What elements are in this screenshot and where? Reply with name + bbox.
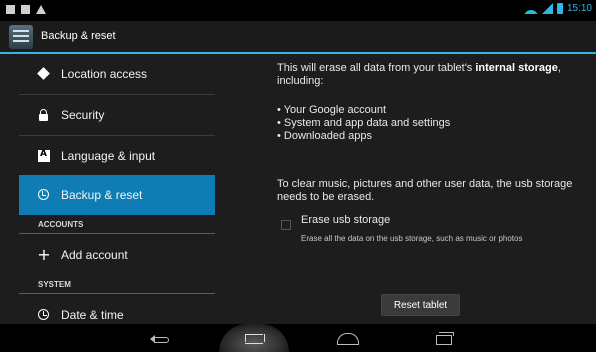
- back-icon[interactable]: [150, 331, 172, 345]
- clock: 15:10: [566, 3, 592, 14]
- action-bar: Backup & reset: [0, 21, 596, 53]
- section-header-system: SYSTEM: [38, 280, 71, 289]
- list-item: Your Google account: [277, 104, 450, 117]
- sidebar-item-label: Add account: [61, 248, 128, 262]
- location-icon: [37, 67, 51, 81]
- sidebar-item-label: Backup & reset: [61, 188, 143, 202]
- sidebar-item-add-account[interactable]: + Add account: [19, 235, 215, 275]
- sidebar-item-label: Location access: [61, 67, 148, 81]
- erase-usb-summary: Erase all the data on the usb storage, s…: [301, 234, 523, 243]
- lock-icon: [37, 108, 51, 122]
- gallery-notification-icon: [6, 5, 15, 14]
- sidebar-item-label: Date & time: [61, 308, 124, 322]
- reset-tablet-button[interactable]: Reset tablet: [381, 294, 460, 316]
- photo-notification-icon: [21, 5, 30, 14]
- reset-details-pane: This will erase all data from your table…: [277, 54, 577, 324]
- signal-icon: [541, 3, 553, 14]
- backup-icon: [37, 188, 51, 202]
- add-icon: +: [37, 245, 51, 264]
- notification-icons: [6, 5, 46, 14]
- sidebar-item-security[interactable]: Security: [19, 95, 215, 135]
- section-divider: [19, 233, 215, 234]
- settings-sidebar: Location access Security Language & inpu…: [19, 54, 215, 324]
- wifi-icon: [524, 3, 538, 14]
- language-icon: [37, 149, 51, 163]
- sidebar-item-label: Language & input: [61, 149, 156, 163]
- erase-warning-text: This will erase all data from your table…: [277, 62, 561, 87]
- page-title: Backup & reset: [41, 30, 116, 42]
- sidebar-item-language-input[interactable]: Language & input: [19, 136, 215, 176]
- recent-apps-icon[interactable]: [432, 331, 454, 345]
- list-item: Downloaded apps: [277, 130, 450, 143]
- screenshot-icon[interactable]: [243, 331, 265, 345]
- warning-notification-icon: [36, 5, 46, 14]
- section-divider: [19, 293, 215, 294]
- section-header-accounts: ACCOUNTS: [38, 220, 84, 229]
- usb-storage-note: To clear music, pictures and other user …: [277, 178, 573, 203]
- status-indicators: 15:10: [524, 3, 592, 14]
- main-panel: Location access Security Language & inpu…: [0, 54, 596, 324]
- erase-usb-checkbox[interactable]: [281, 220, 291, 230]
- navigation-bar: [0, 324, 596, 352]
- sidebar-item-label: Security: [61, 108, 105, 122]
- battery-icon: [556, 3, 563, 14]
- home-icon[interactable]: [336, 331, 359, 345]
- sidebar-item-location-access[interactable]: Location access: [19, 54, 215, 94]
- erase-usb-label[interactable]: Erase usb storage: [301, 214, 390, 226]
- list-item: System and app data and settings: [277, 117, 450, 130]
- clock-icon: [37, 308, 51, 322]
- settings-app-icon[interactable]: [9, 25, 33, 49]
- status-bar: 15:10: [0, 0, 596, 21]
- sidebar-item-backup-reset[interactable]: Backup & reset: [19, 175, 215, 215]
- erase-items-list: Your Google account System and app data …: [277, 104, 451, 143]
